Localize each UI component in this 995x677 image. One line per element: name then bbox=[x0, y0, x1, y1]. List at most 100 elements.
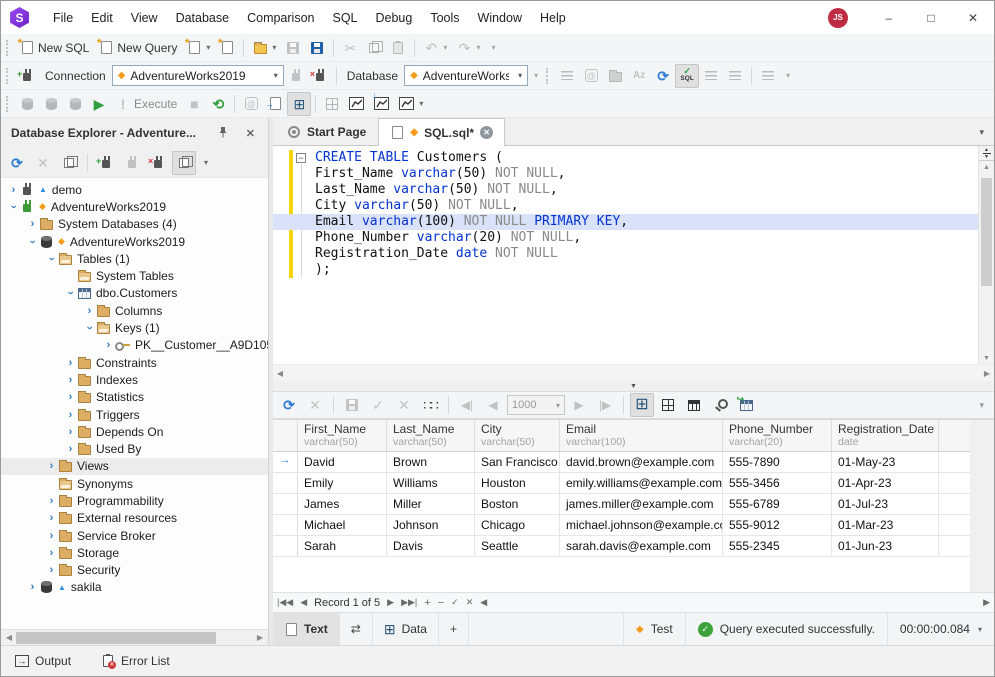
grid-cell[interactable]: Davis bbox=[387, 536, 475, 556]
word-wrap-button[interactable] bbox=[756, 64, 780, 88]
append-record-icon[interactable]: + bbox=[424, 597, 430, 609]
tree-item-synonyms[interactable]: Synonyms bbox=[1, 475, 268, 492]
user-avatar[interactable]: JS bbox=[828, 8, 848, 28]
connect-button[interactable] bbox=[120, 151, 144, 175]
expander-icon[interactable]: › bbox=[64, 426, 77, 438]
grid-cell[interactable]: 555-6789 bbox=[723, 494, 832, 514]
column-header-email[interactable]: Emailvarchar(100) bbox=[560, 420, 723, 451]
format-profile-button[interactable]: @ bbox=[239, 92, 263, 116]
menu-edit[interactable]: Edit bbox=[82, 1, 122, 34]
grid-cell[interactable]: Chicago bbox=[475, 515, 560, 535]
expander-icon[interactable]: › bbox=[7, 184, 20, 196]
tree-item-pk-customer-a9d1053[interactable]: ›PK__Customer__A9D1053 bbox=[1, 337, 268, 354]
chart-button[interactable] bbox=[344, 92, 369, 116]
expander-icon[interactable]: › bbox=[26, 218, 39, 230]
layout-button[interactable] bbox=[320, 92, 344, 116]
tree-item-columns[interactable]: ›Columns bbox=[1, 302, 268, 319]
card-view-button[interactable] bbox=[656, 393, 680, 417]
grid-cell[interactable]: 01-Mar-23 bbox=[832, 515, 939, 535]
grid-view-button[interactable]: ⊞ bbox=[630, 393, 654, 417]
save-all-button[interactable] bbox=[305, 36, 329, 60]
tree-item-demo[interactable]: ›▲demo bbox=[1, 181, 268, 198]
execute-button[interactable]: ▶ bbox=[87, 92, 111, 116]
disconnect-button[interactable]: × bbox=[146, 151, 170, 175]
swap-view-button[interactable]: ⇄ bbox=[340, 613, 373, 645]
export-data-button[interactable] bbox=[340, 393, 364, 417]
scroll-up-icon[interactable]: ▲ bbox=[979, 161, 994, 175]
tree-item-storage[interactable]: ›Storage bbox=[1, 544, 268, 561]
editor-hscrollbar[interactable]: ◀ ▶ bbox=[273, 364, 994, 381]
copy-button[interactable] bbox=[362, 36, 386, 60]
table-row[interactable]: →DavidBrownSan Franciscodavid.brown@exam… bbox=[273, 452, 970, 473]
grid-cell[interactable]: michael.johnson@example.com bbox=[560, 515, 723, 535]
paste-button[interactable] bbox=[386, 36, 410, 60]
last-page-button[interactable]: |▶ bbox=[593, 393, 617, 417]
scroll-down-icon[interactable]: ▼ bbox=[979, 355, 994, 362]
disconnect-button[interactable]: × bbox=[308, 64, 332, 88]
results-more-caret-icon[interactable]: ▾ bbox=[979, 400, 984, 411]
db-schedule-button[interactable] bbox=[39, 92, 63, 116]
grid-cell[interactable]: Williams bbox=[387, 473, 475, 493]
scroll-right-icon[interactable]: ▶ bbox=[980, 369, 994, 378]
refresh-button[interactable]: ⟳ bbox=[651, 64, 675, 88]
tree-item-dbo-customers[interactable]: ›dbo.Customers bbox=[1, 285, 268, 302]
tree-item-keys-1[interactable]: ›Keys (1) bbox=[1, 319, 268, 336]
close-panel-icon[interactable]: ✕ bbox=[241, 127, 260, 140]
scroll-left-icon[interactable]: ◀ bbox=[273, 369, 287, 378]
expander-icon[interactable]: › bbox=[45, 460, 58, 472]
expander-icon[interactable]: › bbox=[27, 235, 39, 248]
tab-text[interactable]: Text bbox=[273, 613, 340, 645]
menu-debug[interactable]: Debug bbox=[367, 1, 422, 34]
prev-record-icon[interactable]: ◀ bbox=[300, 597, 307, 608]
tab-list-caret-icon[interactable]: ▾ bbox=[979, 127, 984, 138]
grid-cell[interactable]: 555-2345 bbox=[723, 536, 832, 556]
menu-file[interactable]: File bbox=[44, 1, 82, 34]
tree-item-system-tables[interactable]: System Tables bbox=[1, 267, 268, 284]
editor-more-button[interactable]: ▾ bbox=[780, 64, 795, 88]
menu-help[interactable]: Help bbox=[531, 1, 575, 34]
output-button[interactable]: → Output bbox=[15, 654, 71, 668]
grid-cell[interactable]: sarah.davis@example.com bbox=[560, 536, 723, 556]
expander-icon[interactable]: › bbox=[45, 495, 58, 507]
db-check-button[interactable] bbox=[63, 92, 87, 116]
more-actions-button[interactable]: ▾ bbox=[485, 36, 500, 60]
post-edit-icon[interactable]: ✓ bbox=[451, 597, 459, 608]
save-button[interactable] bbox=[281, 36, 305, 60]
tree-item-constraints[interactable]: ›Constraints bbox=[1, 354, 268, 371]
snippets-button[interactable] bbox=[603, 64, 627, 88]
expander-icon[interactable]: › bbox=[83, 305, 96, 317]
refresh-button[interactable]: ⟳ bbox=[5, 151, 29, 175]
delete-record-icon[interactable]: − bbox=[438, 597, 444, 609]
first-record-icon[interactable]: |◀◀ bbox=[277, 597, 293, 608]
database-more-button[interactable]: ▾ bbox=[528, 64, 543, 88]
explorer-more-button[interactable]: ▾ bbox=[198, 151, 213, 175]
grid-cell[interactable]: emily.williams@example.com bbox=[560, 473, 723, 493]
rollback-button[interactable]: ✕ bbox=[392, 393, 416, 417]
grid-cell[interactable]: 01-Apr-23 bbox=[832, 473, 939, 493]
expander-icon[interactable]: › bbox=[64, 409, 77, 421]
results-collapse-handle[interactable]: ▼ bbox=[273, 381, 994, 391]
find-button[interactable] bbox=[708, 393, 732, 417]
menu-database[interactable]: Database bbox=[167, 1, 239, 34]
tree-item-used-by[interactable]: ›Used By bbox=[1, 440, 268, 457]
commit-button[interactable]: ✓ bbox=[366, 393, 390, 417]
undo-button[interactable]: ↶▾ bbox=[419, 36, 452, 60]
grid-cell[interactable]: james.miller@example.com bbox=[560, 494, 723, 514]
column-header-phone_number[interactable]: Phone_Numbervarchar(20) bbox=[723, 420, 832, 451]
page-size-combo[interactable]: 1000▾ bbox=[507, 395, 565, 415]
expander-icon[interactable]: › bbox=[45, 530, 58, 542]
next-page-button[interactable]: ▶ bbox=[567, 393, 591, 417]
dropdown-caret-icon[interactable]: ▾ bbox=[514, 71, 525, 80]
pin-icon[interactable] bbox=[213, 126, 233, 141]
menu-sql[interactable]: SQL bbox=[323, 1, 366, 34]
tree-item-indexes[interactable]: ›Indexes bbox=[1, 371, 268, 388]
scroll-right-icon[interactable]: ▶ bbox=[253, 633, 267, 642]
table-row[interactable]: SarahDavisSeattlesarah.davis@example.com… bbox=[273, 536, 970, 557]
scroll-thumb[interactable] bbox=[16, 632, 216, 644]
connection-combo[interactable]: ◆AdventureWorks2019▾ bbox=[112, 65, 284, 86]
column-view-button[interactable] bbox=[682, 393, 706, 417]
expander-icon[interactable]: › bbox=[45, 547, 58, 559]
column-header-city[interactable]: Cityvarchar(50) bbox=[475, 420, 560, 451]
menu-window[interactable]: Window bbox=[469, 1, 531, 34]
tab-data[interactable]: ⊞ Data bbox=[373, 613, 439, 645]
